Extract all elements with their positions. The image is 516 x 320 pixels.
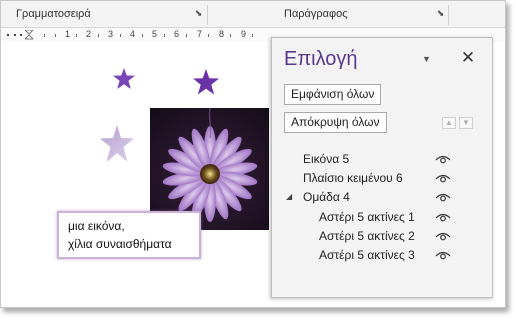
selection-item-label: Αστέρι 5 ακτίνες 3 <box>319 248 415 262</box>
selection-item-star-3[interactable]: Αστέρι 5 ακτίνες 3 <box>272 246 492 265</box>
selection-item-label: Αστέρι 5 ακτίνες 1 <box>319 210 415 224</box>
ruler-tick <box>208 34 209 37</box>
star-shape-3[interactable] <box>99 124 135 164</box>
eye-icon[interactable] <box>435 231 451 242</box>
ruler-number: 6 <box>174 29 180 39</box>
ruler-tick <box>252 34 253 37</box>
text-box[interactable]: μια εικόνα, χίλια συναισθήματα <box>57 211 201 259</box>
selection-item-label: Ομάδα 4 <box>303 190 350 204</box>
ruler-tick <box>120 34 121 37</box>
ruler-tick <box>164 34 165 37</box>
star-shape-1[interactable] <box>112 67 136 90</box>
ruler-number: 3 <box>108 29 114 39</box>
hide-all-button[interactable]: Απόκρυψη όλων <box>284 112 387 133</box>
show-all-button[interactable]: Εμφάνιση όλων <box>284 84 382 105</box>
indent-marker-icon[interactable] <box>25 30 33 40</box>
ruler-tick <box>186 34 187 37</box>
textbox-line-1: μια εικόνα, <box>68 219 125 233</box>
selection-item-group[interactable]: ◢ Ομάδα 4 <box>272 188 492 207</box>
ruler-dot <box>14 34 16 36</box>
textbox-line-2: χίλια συναισθήματα <box>68 237 172 251</box>
ruler-number: 8 <box>219 29 225 39</box>
selection-item-label: Πλαίσιο κειμένου 6 <box>303 171 403 185</box>
selection-item-label: Αστέρι 5 ακτίνες 2 <box>319 229 415 243</box>
group-separator <box>207 5 208 25</box>
ruler-tick <box>44 34 45 37</box>
word-window: Γραμματοσειρά ⬊ Παράγραφος ⬊ 1 2 3 4 5 6… <box>0 0 506 308</box>
font-dialog-launcher-icon[interactable]: ⬊ <box>194 9 203 18</box>
ribbon-group-labels: Γραμματοσειρά ⬊ Παράγραφος ⬊ <box>1 1 505 28</box>
eye-icon[interactable] <box>435 250 451 261</box>
selection-item-picture[interactable]: Εικόνα 5 <box>272 150 492 169</box>
font-group-label: Γραμματοσειρά <box>16 8 91 20</box>
ruler-dot <box>20 34 22 36</box>
paragraph-dialog-launcher-icon[interactable]: ⬊ <box>436 9 445 18</box>
ruler-number: 9 <box>241 29 247 39</box>
ruler-tick <box>76 34 77 37</box>
send-backward-arrow-icon[interactable]: ▼ <box>459 117 473 129</box>
ruler-tick <box>98 34 99 37</box>
ruler-number: 5 <box>152 29 158 39</box>
group-separator <box>448 5 449 25</box>
ruler-number: 7 <box>197 29 203 39</box>
selection-item-textbox[interactable]: Πλαίσιο κειμένου 6 <box>272 169 492 188</box>
ruler-dot <box>7 34 9 36</box>
bring-forward-arrow-icon[interactable]: ▲ <box>442 117 456 129</box>
eye-icon[interactable] <box>435 192 451 203</box>
ruler-tick <box>230 34 231 37</box>
star-shape-2[interactable] <box>192 68 220 96</box>
eye-icon[interactable] <box>435 154 451 165</box>
eye-icon[interactable] <box>435 173 451 184</box>
selection-pane: Επιλογή ▼ ✕ Εμφάνιση όλων Απόκρυψη όλων … <box>271 37 493 298</box>
selection-item-star-2[interactable]: Αστέρι 5 ακτίνες 2 <box>272 227 492 246</box>
ruler-tick <box>55 34 56 37</box>
eye-icon[interactable] <box>435 212 451 223</box>
ruler-number: 4 <box>130 29 136 39</box>
ruler-number: 2 <box>86 29 92 39</box>
selection-item-label: Εικόνα 5 <box>303 152 350 166</box>
ruler-number: 1 <box>65 29 71 39</box>
selection-pane-title: Επιλογή <box>284 48 358 70</box>
paragraph-group-label: Παράγραφος <box>284 8 348 20</box>
ruler-tick <box>142 34 143 37</box>
close-icon[interactable]: ✕ <box>460 49 476 66</box>
selection-item-star-1[interactable]: Αστέρι 5 ακτίνες 1 <box>272 208 492 227</box>
collapse-triangle-icon[interactable]: ◢ <box>286 192 292 201</box>
pane-options-dropdown-icon[interactable]: ▼ <box>422 54 432 64</box>
